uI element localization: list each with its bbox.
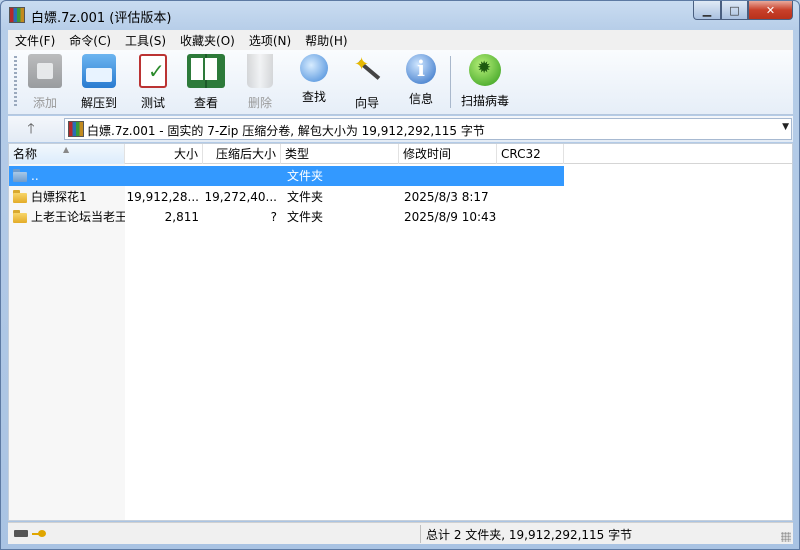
column-modified[interactable]: 修改时间 [399,144,497,164]
toolbar-separator [450,56,451,108]
delete-label: 删除 [247,96,272,110]
add-label: 添加 [32,96,57,110]
resize-grip-icon[interactable] [781,532,791,542]
sort-ascending-icon: ▲ [63,145,70,154]
test-label: 测试 [140,96,165,110]
info-button[interactable]: 信息 [396,54,446,110]
cell-modified [404,166,496,186]
minimize-button[interactable]: ▁ [693,1,721,20]
view-button[interactable]: 查看 [181,54,231,110]
archive-icon [68,121,84,137]
cell-name: .. [31,169,39,183]
toolbar: 添加 解压到 测试 查看 删除 查找 向导 信息 [8,50,793,115]
drive-icon[interactable] [14,530,28,537]
column-crc32[interactable]: CRC32 [497,144,564,164]
wizard-label: 向导 [354,96,379,110]
virus-scan-icon [469,54,501,86]
table-row[interactable]: 上老王论坛当老王 2,811 ? 文件夹 2025/8/9 10:43 [9,207,564,227]
extract-to-button[interactable]: 解压到 [74,54,124,110]
cell-name: 上老王论坛当老王 [31,210,125,224]
status-icons [12,527,52,541]
parent-folder-icon [13,169,27,182]
status-summary: 总计 2 文件夹, 19,912,292,115 字节 [426,528,633,542]
book-icon [187,54,225,88]
virus-scan-label: 扫描病毒 [460,94,509,108]
table-row[interactable]: .. 文件夹 [9,166,564,186]
column-header-row: 名称 ▲ 大小 压缩后大小 类型 修改时间 CRC32 [9,144,792,164]
find-label: 查找 [301,90,326,104]
cell-name: 白嫖探花1 [31,190,87,204]
cell-modified: 2025/8/3 8:17 [404,190,489,204]
info-icon [406,54,436,84]
address-dropdown-icon[interactable]: ▼ [782,122,789,132]
status-bar: 总计 2 文件夹, 19,912,292,115 字节 [8,522,793,544]
archive-add-icon [28,54,62,88]
maximize-button[interactable]: □ [721,1,748,20]
magic-wand-icon [350,54,384,88]
status-divider [420,525,421,543]
menu-bar: 文件(F) 命令(C) 工具(S) 收藏夹(O) 选项(N) 帮助(H) [8,30,793,50]
app-window: 白嫖.7z.001 (评估版本) ▁ □ ✕ 文件(F) 命令(C) 工具(S)… [0,0,800,550]
archive-path: 白嫖.7z.001 - 固实的 7-Zip 压缩分卷, 解包大小为 19,912… [87,124,485,138]
column-size[interactable]: 大小 [125,144,203,164]
folder-extract-icon [82,54,116,88]
menu-favorites[interactable]: 收藏夹(O) [173,32,242,49]
virus-scan-button[interactable]: 扫描病毒 [457,54,513,110]
cell-type: 文件夹 [287,169,324,183]
magnifier-icon [300,54,328,82]
menu-tools[interactable]: 工具(S) [118,32,173,49]
window-title: 白嫖.7z.001 (评估版本) [31,11,172,26]
cell-size [125,166,199,186]
cell-size: 19,912,28... [126,190,199,204]
cell-packed: ? [270,210,277,224]
wizard-button[interactable]: 向导 [342,54,392,110]
address-bar[interactable]: 白嫖.7z.001 - 固实的 7-Zip 压缩分卷, 解包大小为 19,912… [64,118,792,140]
title-bar[interactable]: 白嫖.7z.001 (评估版本) ▁ □ ✕ [1,1,799,29]
delete-button[interactable]: 删除 [235,54,285,110]
menu-options[interactable]: 选项(N) [242,32,298,49]
column-type[interactable]: 类型 [281,144,399,164]
cell-modified: 2025/8/9 10:43 [404,210,496,224]
view-label: 查看 [193,96,218,110]
file-list[interactable]: 名称 ▲ 大小 压缩后大小 类型 修改时间 CRC32 .. 文件夹 白嫖探花1… [8,143,793,521]
up-one-level-button[interactable]: 🡑 [22,120,40,138]
cell-type: 文件夹 [287,210,324,224]
column-packed-size[interactable]: 压缩后大小 [203,144,281,164]
folder-icon [13,190,27,203]
cell-type: 文件夹 [287,190,324,204]
add-button[interactable]: 添加 [20,54,70,110]
winrar-icon[interactable] [9,7,25,23]
cell-packed: 19,272,40... [204,190,277,204]
key-icon[interactable] [32,528,46,539]
trash-icon [247,54,273,88]
menu-commands[interactable]: 命令(C) [62,32,118,49]
menu-help[interactable]: 帮助(H) [298,32,354,49]
cell-size: 2,811 [164,210,199,224]
column-name-label: 名称 [13,147,38,161]
test-button[interactable]: 测试 [128,54,178,110]
checklist-icon [139,54,167,88]
cell-packed [203,166,277,186]
address-row: 🡑 白嫖.7z.001 - 固实的 7-Zip 压缩分卷, 解包大小为 19,9… [8,116,793,142]
table-row[interactable]: 白嫖探花1 19,912,28... 19,272,40... 文件夹 2025… [9,187,564,207]
find-button[interactable]: 查找 [289,54,339,110]
menu-file[interactable]: 文件(F) [8,32,62,49]
close-button[interactable]: ✕ [748,1,793,20]
column-name[interactable]: 名称 ▲ [9,144,125,164]
folder-icon [13,210,27,223]
toolbar-grip[interactable] [14,56,17,108]
info-label: 信息 [408,92,433,106]
extract-to-label: 解压到 [80,96,117,110]
